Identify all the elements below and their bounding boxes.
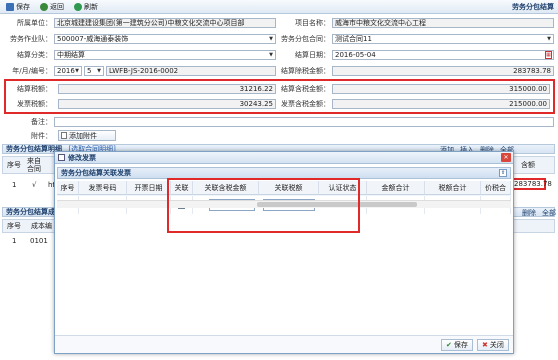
excl-label: 结算除税金额： [281, 67, 330, 75]
dialog-save-button[interactable]: ✔ 保存 [441, 339, 473, 351]
save-button[interactable]: 保存 [3, 1, 33, 12]
code-field[interactable]: LWFB-JS-2016-0002 [106, 66, 276, 76]
project-field[interactable]: 威海市中粮文化交流中心工程 [332, 18, 554, 28]
note-input[interactable] [54, 117, 554, 127]
col-amount-total: 金额合计 [367, 181, 425, 195]
project-label: 项目名称： [295, 19, 330, 27]
date-input[interactable]: 2016-05-04 ▦ [332, 50, 554, 60]
attachment-icon [61, 132, 67, 139]
unit-field[interactable]: 北京城建建设集团(第一建筑分公司)中粮文化交流中心项目部 [54, 18, 276, 28]
month-select[interactable]: 5 [84, 66, 104, 76]
invoice-icon [58, 154, 65, 161]
calendar-icon[interactable]: ▦ [545, 51, 552, 59]
close-icon[interactable]: ✕ [501, 153, 511, 162]
contract-label: 劳务分包合同： [281, 35, 330, 43]
category-select[interactable]: 中期结算 [54, 50, 276, 60]
detail-amount-cell[interactable]: 283783.78 [512, 178, 552, 190]
add-attachment-button[interactable]: 添加附件 [58, 130, 116, 141]
ym-label: 年/月/编号： [12, 67, 52, 75]
back-icon [40, 2, 48, 11]
col-tax-total: 税额合计 [425, 181, 481, 195]
unit-label: 所属单位： [17, 19, 52, 27]
toolbar: 保存 返回 刷新 劳务分包结算 [0, 0, 558, 14]
refresh-icon [74, 2, 82, 11]
col-date: 开票日期 [127, 181, 171, 195]
date-label: 结算日期： [295, 51, 330, 59]
save-icon [6, 2, 14, 11]
cost-delete-button[interactable]: 删除 [522, 208, 536, 218]
dialog-footer: ✔ 保存 ✖ 关闭 [55, 335, 513, 353]
col-seq: 序号 [57, 181, 79, 195]
cross-icon: ✖ [482, 341, 488, 349]
note-label: 备注： [31, 118, 52, 126]
dialog-titlebar: 修改发票 [55, 152, 513, 164]
edit-invoice-dialog: 修改发票 ✕ 劳务分包结算关联发票 ⇧ 序号 发票号码 开票日期 关联 关联含税… [54, 151, 514, 354]
back-button[interactable]: 返回 [37, 1, 67, 12]
summary-highlight [4, 79, 555, 114]
team-select[interactable]: 500007-威海通泰装饰 [54, 34, 276, 44]
category-label: 结算分类： [17, 51, 52, 59]
team-label: 劳务作业队： [10, 35, 52, 43]
collapse-icon[interactable]: ⇧ [499, 169, 507, 177]
dialog-close-button[interactable]: ✖ 关闭 [477, 339, 509, 351]
cost-actions: 删除 全部 [522, 208, 556, 218]
refresh-button[interactable]: 刷新 [71, 1, 101, 12]
excl-amount-field[interactable]: 283783.78 [332, 66, 554, 76]
check-icon: ✔ [446, 341, 452, 349]
page-title: 劳务分包结算 [512, 3, 554, 11]
contract-select[interactable]: 测试合同11 [332, 34, 554, 44]
year-select[interactable]: 2016 [54, 66, 82, 76]
col-invoice-no: 发票号码 [79, 181, 127, 195]
linked-columns-highlight [167, 178, 360, 233]
cost-all-button[interactable]: 全部 [542, 208, 556, 218]
col-price-tax: 价税合 [481, 181, 511, 195]
attach-label: 附件： [31, 132, 52, 140]
